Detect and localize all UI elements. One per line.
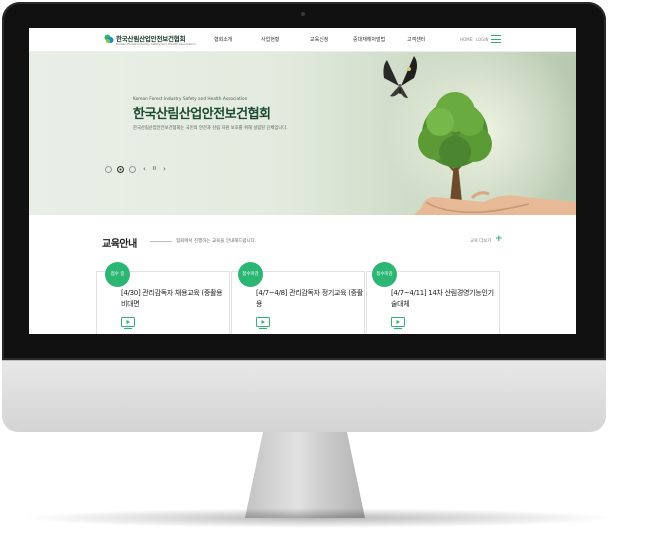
hero-kicker: Korean Forest Industry Safety and Health… [133, 97, 248, 102]
nav-item-about[interactable]: 협회소개 [214, 36, 232, 43]
slide-dot-2[interactable] [117, 165, 124, 173]
play-video-icon [121, 317, 135, 329]
section-description: 협회에서 진행하는 교육을 안내해드립니다. [176, 239, 257, 244]
play-video-icon [256, 317, 270, 329]
website-screen: 한국산림산업안전보건협회 Korean Forest Industry Safe… [29, 28, 576, 334]
card-title[interactable]: [4/30] 관리감독자 채용교육 (중촬용 비대면 [121, 288, 229, 310]
card-title[interactable]: [4/7~4/11] 14차 산림경영기능인기술대체 [391, 288, 499, 310]
logo-subtitle: Korean Forest Industry Safety and Health… [116, 42, 196, 46]
pause-slide-button[interactable]: II [153, 165, 156, 173]
more-link[interactable]: 교육 더보기 [470, 238, 491, 244]
hand-icon [414, 191, 576, 215]
status-badge: 접수마감 [238, 262, 263, 287]
home-link[interactable]: HOME [460, 37, 472, 42]
next-slide-button[interactable]: › [163, 165, 166, 173]
site-header: 한국산림산업안전보건협회 Korean Forest Industry Safe… [29, 28, 576, 52]
util-separator: | [472, 37, 474, 42]
slide-dot-3[interactable] [129, 165, 136, 173]
slide-dot-1[interactable] [105, 165, 112, 173]
camera-icon [301, 12, 305, 16]
slider-controls: ‹ II › [105, 164, 166, 174]
menu-icon[interactable] [491, 35, 501, 43]
nav-item-serious-accident-law[interactable]: 중대재해처벌법 [353, 36, 385, 43]
monitor-base-shadow [20, 508, 616, 528]
nav-item-education[interactable]: 교육신청 [310, 36, 328, 43]
nav-item-business[interactable]: 사업현황 [261, 36, 279, 43]
monitor-stand [245, 432, 365, 518]
hero-illustration [383, 56, 576, 215]
hero-title: 한국산림산업안전보건협회 [133, 107, 271, 122]
card-title[interactable]: [4/7~4/8] 관리감독자 정기교육 (중촬용 [256, 288, 364, 310]
section-title: 교육안내 [102, 239, 137, 250]
logo-leaf-icon[interactable] [104, 34, 114, 44]
monitor-chin [2, 360, 606, 432]
hero-banner: Korean Forest Industry Safety and Health… [29, 52, 576, 215]
education-section: 교육안내 협회에서 진행하는 교육을 안내해드립니다. 교육 더보기 + [4/… [29, 215, 576, 334]
status-badge: 접수마감 [372, 262, 397, 287]
title-divider [150, 241, 172, 242]
status-badge: 접수 중 [105, 262, 130, 287]
butterfly-icon [383, 56, 417, 99]
nav-item-customer-center[interactable]: 고객센터 [407, 36, 425, 43]
play-video-icon [391, 317, 405, 329]
plus-icon[interactable]: + [495, 234, 503, 244]
hero-description: 한국산림산업안전보건협회는 국민의 안전과 산림 자원 보호를 위해 설립된 단… [133, 126, 288, 131]
login-link[interactable]: LOGIN [476, 37, 489, 42]
prev-slide-button[interactable]: ‹ [143, 165, 146, 173]
